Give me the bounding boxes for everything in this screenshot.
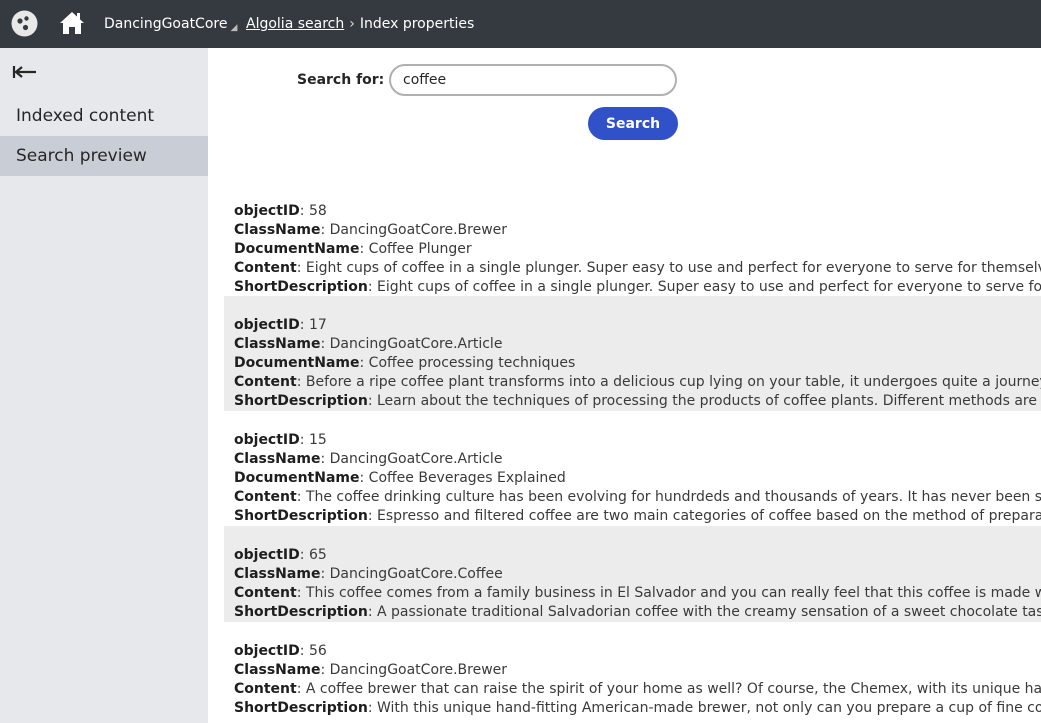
class-name: DancingGoatCore.Brewer <box>329 662 508 678</box>
class-name: DancingGoatCore.Article <box>329 336 503 352</box>
site-selector[interactable]: DancingGoatCore ◢ <box>104 16 238 33</box>
breadcrumb-current: Index properties <box>359 16 475 32</box>
back-arrow-icon[interactable] <box>12 64 38 80</box>
caret-down-icon: ◢ <box>230 23 238 33</box>
object-id: 65 <box>308 547 327 563</box>
document-name: Coffee processing techniques <box>368 355 576 371</box>
search-input[interactable] <box>389 64 677 96</box>
short-description: With this unique hand-fitting American-m… <box>377 700 1041 716</box>
top-bar: DancingGoatCore ◢ Algolia search › Index pr… <box>0 0 1041 48</box>
class-name: DancingGoatCore.Article <box>329 451 503 467</box>
document-name: Coffee Plunger <box>368 241 472 257</box>
sidebar-item-search-preview[interactable]: Search preview <box>0 136 208 176</box>
object-id: 15 <box>308 432 327 448</box>
content: A coffee brewer that can raise the spiri… <box>305 681 1041 697</box>
home-icon[interactable] <box>58 10 86 36</box>
content: The coffee drinking culture has been evo… <box>305 489 1041 505</box>
short-description: Learn about the techniques of processing… <box>377 393 1041 409</box>
search-label: Search for: <box>297 72 385 88</box>
sidebar-item-indexed-content[interactable]: Indexed content <box>0 96 208 136</box>
main-content: Search for: Search objectID: 58 ClassNam… <box>208 48 1041 723</box>
document-name: Coffee Beverages Explained <box>368 470 566 486</box>
short-description: Eight cups of coffee in a single plunger… <box>377 279 1041 295</box>
class-name: DancingGoatCore.Coffee <box>329 566 503 582</box>
content: This coffee comes from a family business… <box>305 585 1041 601</box>
breadcrumb: Algolia search › Index properties <box>246 16 474 32</box>
object-id: 56 <box>308 643 327 659</box>
search-button[interactable]: Search <box>588 107 678 140</box>
result-item: objectID: 65 ClassName: DancingGoatCore.… <box>224 526 1041 622</box>
chevron-right-icon: › <box>349 16 355 32</box>
result-item: objectID: 17 ClassName: DancingGoatCore.… <box>224 296 1041 411</box>
breadcrumb-link-algolia-search[interactable]: Algolia search <box>246 16 344 32</box>
result-item: objectID: 56 ClassName: DancingGoatCore.… <box>224 622 1041 718</box>
site-name: DancingGoatCore <box>104 16 228 32</box>
result-item: objectID: 58 ClassName: DancingGoatCore.… <box>224 201 1041 296</box>
object-id: 58 <box>308 203 327 219</box>
result-item: objectID: 15 ClassName: DancingGoatCore.… <box>224 411 1041 526</box>
object-id: 17 <box>308 317 327 333</box>
class-name: DancingGoatCore.Brewer <box>329 222 508 238</box>
app-logo-icon[interactable] <box>11 10 38 37</box>
short-description: A passionate traditional Salvadorian cof… <box>377 604 1041 620</box>
content: Eight cups of coffee in a single plunger… <box>305 260 1041 276</box>
short-description: Espresso and filtered coffee are two mai… <box>377 508 1041 524</box>
results-list: objectID: 58 ClassName: DancingGoatCore.… <box>224 201 1041 718</box>
sidebar: Indexed content Search preview <box>0 48 208 723</box>
content: Before a ripe coffee plant transforms in… <box>305 374 1041 390</box>
